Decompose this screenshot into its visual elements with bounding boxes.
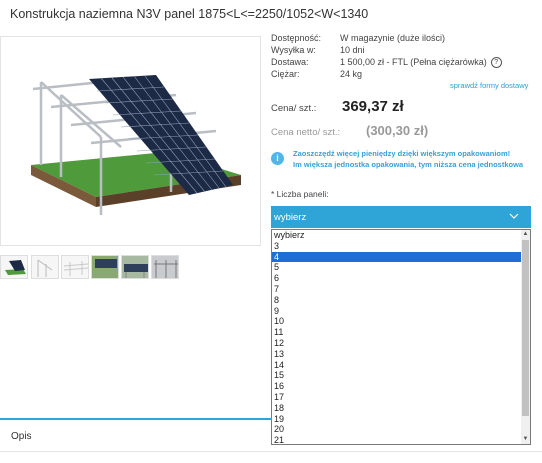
price-value: 369,37 zł: [342, 98, 404, 115]
dropdown-option[interactable]: 16: [272, 381, 521, 392]
dropdown-option[interactable]: 4: [272, 251, 521, 263]
promo-line-2: Im większa jednostka opakowania, tym niż…: [293, 160, 524, 169]
dropdown-option[interactable]: 7: [272, 284, 521, 295]
dropdown-option[interactable]: 17: [272, 392, 521, 403]
dropdown-option[interactable]: 3: [272, 241, 521, 252]
weight-value: 24 kg: [340, 69, 363, 79]
scrollbar-thumb[interactable]: [522, 240, 529, 416]
delivery-value-wrap: 1 500,00 zł - FTL (Pełna ciężarówka)?: [340, 57, 502, 69]
dropdown-option[interactable]: 5: [272, 262, 521, 273]
dropdown-option[interactable]: 10: [272, 316, 521, 327]
dropdown-option[interactable]: 21: [272, 435, 521, 444]
dropdown-option[interactable]: 8: [272, 295, 521, 306]
promo-box: i Zaoszczędź więcej pieniędzy dzięki wię…: [271, 146, 542, 176]
net-price-value: (300,30 zł): [366, 123, 429, 138]
dropdown-option[interactable]: 14: [272, 360, 521, 371]
delivery-options-link[interactable]: sprawdź formy dostawy: [450, 81, 528, 90]
shipping-value: 10 dni: [340, 45, 365, 55]
thumbnail-5[interactable]: [121, 255, 149, 279]
dropdown-option[interactable]: 19: [272, 414, 521, 425]
shipping-label: Wysyłka w:: [271, 45, 316, 55]
promo-line-1: Zaoszczędź więcej pieniędzy dzięki więks…: [293, 149, 511, 158]
thumbnail-4[interactable]: [91, 255, 119, 279]
delivery-value: 1 500,00 zł - FTL (Pełna ciężarówka): [340, 57, 487, 67]
dropdown-option[interactable]: 18: [272, 403, 521, 414]
tab-description[interactable]: Opis: [11, 431, 32, 442]
availability-label: Dostępność:: [271, 33, 322, 43]
dropdown-scrollbar[interactable]: ▲ ▼: [521, 230, 530, 444]
dropdown-option[interactable]: 20: [272, 424, 521, 435]
divider: [0, 451, 542, 452]
panel-count-select[interactable]: wybierz: [271, 206, 531, 228]
thumbnail-6[interactable]: [151, 255, 179, 279]
thumbnail-2[interactable]: [31, 255, 59, 279]
product-title: Konstrukcja naziemna N3V panel 1875<L<=2…: [10, 7, 369, 21]
availability-value: W magazynie (duże ilości): [340, 33, 446, 43]
dropdown-option[interactable]: 6: [272, 273, 521, 284]
net-price-label: Cena netto/ szt.:: [271, 127, 341, 138]
price-label: Cena/ szt.:: [271, 103, 317, 114]
panel-count-selected-value: wybierz: [274, 212, 307, 223]
product-main-image[interactable]: [0, 36, 261, 246]
help-icon[interactable]: ?: [490, 57, 502, 69]
delivery-label: Dostawa:: [271, 57, 309, 67]
thumbnail-1[interactable]: [0, 255, 28, 279]
panel-count-dropdown-list[interactable]: wybierz 3 4 5 6 7 8 9 10 11 12 13 14 15 16 17 18 19 20 21 ▲…: [271, 229, 531, 445]
dropdown-option[interactable]: 15: [272, 370, 521, 381]
scroll-up-arrow-icon[interactable]: ▲: [521, 230, 530, 239]
dropdown-option[interactable]: 9: [272, 306, 521, 317]
weight-label: Ciężar:: [271, 69, 300, 79]
thumbnail-3[interactable]: [61, 255, 89, 279]
solar-mount-illustration: [31, 75, 241, 215]
tab-underline: [0, 418, 272, 420]
info-icon: i: [271, 152, 284, 165]
dropdown-option[interactable]: 13: [272, 349, 521, 360]
dropdown-option[interactable]: wybierz: [272, 230, 521, 241]
dropdown-option[interactable]: 11: [272, 327, 521, 338]
chevron-down-icon: [509, 211, 519, 224]
scroll-down-arrow-icon[interactable]: ▼: [521, 435, 530, 444]
panel-count-label: * Liczba paneli:: [271, 189, 329, 199]
dropdown-option[interactable]: 12: [272, 338, 521, 349]
